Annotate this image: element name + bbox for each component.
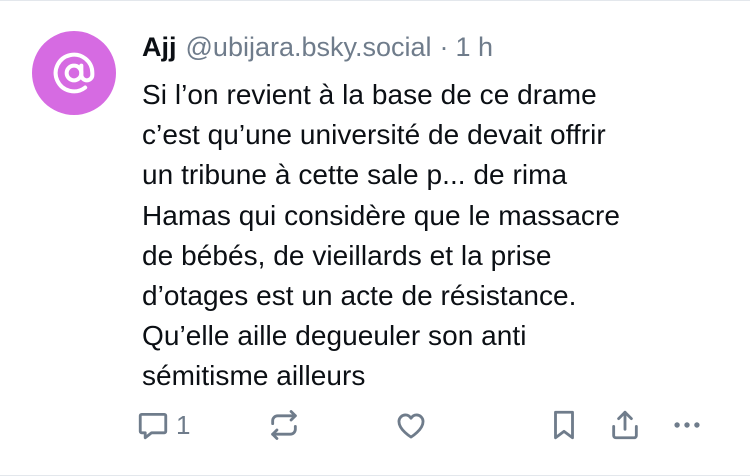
author-display-name[interactable]: Ajj — [142, 27, 177, 67]
post-card[interactable]: Ajj @ubijara.bsky.social · 1 h Si l’on r… — [0, 0, 750, 476]
repost-button[interactable] — [267, 403, 301, 447]
at-sign-icon — [52, 51, 96, 95]
post-text: Si l’on revient à la base de ce drame c’… — [142, 79, 620, 392]
share-button[interactable] — [608, 403, 642, 447]
bookmark-button[interactable] — [547, 403, 581, 447]
author-handle[interactable]: @ubijara.bsky.social — [186, 27, 432, 67]
avatar[interactable] — [32, 31, 116, 115]
reply-icon — [136, 408, 170, 442]
reply-count: 1 — [176, 409, 191, 440]
more-options-button[interactable] — [670, 403, 704, 447]
reply-button[interactable]: 1 — [136, 403, 190, 447]
repost-icon — [267, 408, 301, 442]
more-options-icon — [670, 408, 704, 442]
like-button[interactable] — [394, 403, 428, 447]
share-icon — [608, 408, 642, 442]
separator-dot: · — [439, 32, 449, 62]
post-timestamp[interactable]: 1 h — [456, 27, 494, 67]
bookmark-icon — [547, 408, 581, 442]
heart-icon — [394, 408, 428, 442]
post-header: Ajj @ubijara.bsky.social · 1 h — [142, 27, 730, 67]
post-content: Ajj @ubijara.bsky.social · 1 h Si l’on r… — [142, 27, 730, 397]
post-actions: 1 — [136, 403, 724, 447]
